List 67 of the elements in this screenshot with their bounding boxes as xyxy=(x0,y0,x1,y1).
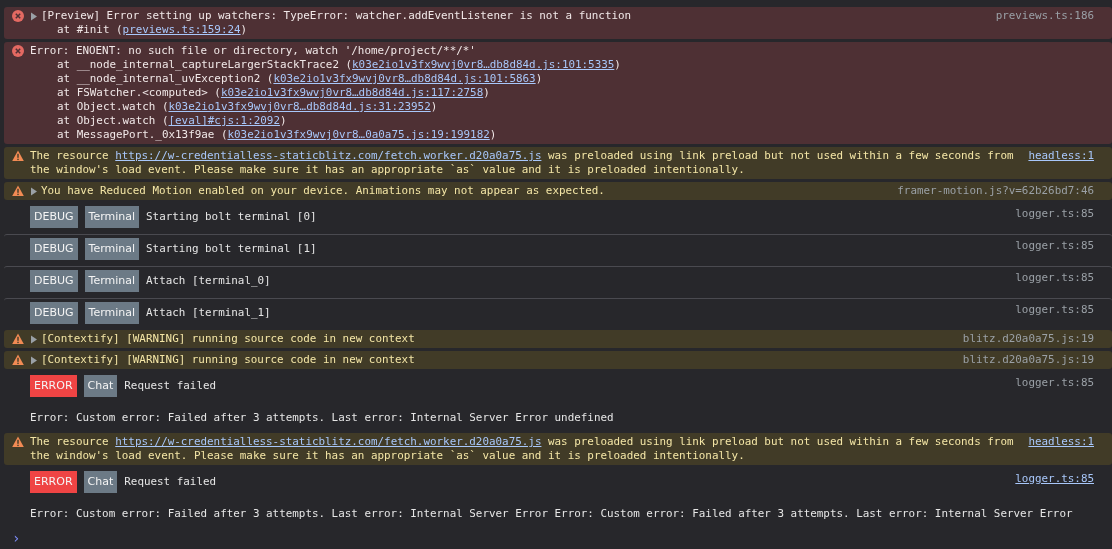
disclosure-triangle-icon[interactable] xyxy=(30,187,38,196)
link[interactable]: k03e2io1v3fx9wvj0vr8…db8d84d.js:117:2758 xyxy=(220,86,484,99)
source-link[interactable]: blitz.d20a0a75.js:19 xyxy=(962,332,1094,346)
source-link[interactable]: headless:1 xyxy=(1028,435,1094,463)
message-text: Attach [terminal_1] xyxy=(146,306,271,320)
link[interactable]: https://w-credentialless-staticblitz.com/fetch.worker.d20a0a75.js xyxy=(115,149,542,162)
error-icon xyxy=(12,10,24,22)
link[interactable]: k03e2io1v3fx9wvj0vr8…db8d84d.js:31:23952 xyxy=(168,100,431,113)
warning-icon xyxy=(12,436,24,448)
message-text: You have Reduced Motion enabled on your device. Animations may not appear as expected. xyxy=(41,184,605,198)
error-detail-text: Error: Custom error: Failed after 3 attempts. Last error: Internal Server Error Error: Custom error: Failed after 3 attempts. Last error: Internal Server Error xyxy=(30,507,1073,521)
message-text: [Contextify] [WARNING] running source code in new context xyxy=(41,332,415,346)
tag-badge: DEBUG xyxy=(30,238,78,260)
message-text: Starting bolt terminal [1] xyxy=(146,242,317,256)
stack-trace-line: at Object.watch ([eval]#cjs:1:2092) xyxy=(56,114,288,128)
tag-badge: Terminal xyxy=(84,238,140,260)
disclosure-triangle-icon[interactable] xyxy=(30,12,38,21)
link[interactable]: k03e2io1v3fx9wvj0vr8…db8d84d.js:101:5863 xyxy=(273,72,536,85)
disclosure-triangle-icon[interactable] xyxy=(30,356,38,365)
message-text: Error: ENOENT: no such file or directory, watch '/home/project/**/*' xyxy=(30,44,476,58)
link[interactable]: previews.ts:159:24 xyxy=(122,23,241,36)
source-link[interactable]: headless:1 xyxy=(1028,149,1094,177)
tag-badge: Terminal xyxy=(84,206,140,228)
source-link[interactable]: logger.ts:85 xyxy=(1015,238,1094,260)
disclosure-triangle-icon[interactable] xyxy=(30,335,38,344)
error-detail-text: Error: Custom error: Failed after 3 attempts. Last error: Internal Server Error undefined xyxy=(30,411,614,425)
tag-badge: Chat xyxy=(83,471,118,493)
stack-trace-line: at __node_internal_uvException2 (k03e2io1v3fx9wvj0vr8…db8d84d.js:101:5863) xyxy=(56,72,544,86)
stack-trace-line: at MessagePort._0x13f9ae (k03e2io1v3fx9wvj0vr8…0a0a75.js:19:199182) xyxy=(56,128,498,142)
link[interactable]: k03e2io1v3fx9wvj0vr8…0a0a75.js:19:199182 xyxy=(227,128,490,141)
source-link[interactable]: previews.ts:186 xyxy=(995,9,1094,37)
stack-trace-line: at __node_internal_captureLargerStackTrace2 (k03e2io1v3fx9wvj0vr8…db8d84d.js:101:5335) xyxy=(56,58,622,72)
link[interactable]: k03e2io1v3fx9wvj0vr8…db8d84d.js:101:5335 xyxy=(352,58,615,71)
warning-icon xyxy=(12,150,24,162)
link[interactable]: [eval]#cjs:1:2092 xyxy=(168,114,280,127)
warning-icon xyxy=(12,333,24,345)
stack-trace-line: at FSWatcher.<computed> (k03e2io1v3fx9wvj0vr8…db8d84d.js:117:2758) xyxy=(56,86,491,100)
tag-badge: DEBUG xyxy=(30,270,78,292)
message-text: Attach [terminal_0] xyxy=(146,274,271,288)
source-link[interactable]: logger.ts:85 xyxy=(1015,206,1094,228)
tag-badge: Terminal xyxy=(84,302,140,324)
stack-trace-line: at #init (previews.ts:159:24) xyxy=(56,23,249,37)
message-text: Request failed xyxy=(124,379,217,393)
tag-badge: Terminal xyxy=(84,270,140,292)
tag-badge: DEBUG xyxy=(30,206,78,228)
message-text: [Preview] Error setting up watchers: TypeError: watcher.addEventListener is not a function xyxy=(41,9,632,23)
warning-icon xyxy=(12,354,24,366)
link[interactable]: https://w-credentialless-staticblitz.com/fetch.worker.d20a0a75.js xyxy=(115,435,542,448)
warning-icon xyxy=(12,185,24,197)
source-link[interactable]: logger.ts:85 xyxy=(1015,375,1094,397)
message-text: Request failed xyxy=(124,475,217,489)
message-text: [Contextify] [WARNING] running source code in new context xyxy=(41,353,415,367)
error-icon xyxy=(12,45,24,57)
message-text: Starting bolt terminal [0] xyxy=(146,210,317,224)
message-text: The resource https://w-credentialless-staticblitz.com/fetch.worker.d20a0a75.js was preloaded using link preload but not used within a few seconds from the window's load event. Please make sure it has an appropriate `as` value and it is preloaded intentionally. xyxy=(30,149,1014,177)
tag-badge: DEBUG xyxy=(30,302,78,324)
tag-badge: ERROR xyxy=(30,375,77,397)
message-text: The resource https://w-credentialless-staticblitz.com/fetch.worker.d20a0a75.js was preloaded using link preload but not used within a few seconds from the window's load event. Please make sure it has an appropriate `as` value and it is preloaded intentionally. xyxy=(30,435,1014,463)
source-link[interactable]: logger.ts:85 xyxy=(1015,471,1094,493)
tag-badge: Chat xyxy=(83,375,118,397)
source-link[interactable]: logger.ts:85 xyxy=(1015,302,1094,324)
tag-badge: ERROR xyxy=(30,471,77,493)
source-link[interactable]: logger.ts:85 xyxy=(1015,270,1094,292)
source-link[interactable]: framer-motion.js?v=62b26bd7:46 xyxy=(897,184,1094,198)
source-link[interactable]: blitz.d20a0a75.js:19 xyxy=(962,353,1094,367)
console-prompt[interactable]: › xyxy=(12,530,21,546)
stack-trace-line: at Object.watch (k03e2io1v3fx9wvj0vr8…db8d84d.js:31:23952) xyxy=(56,100,439,114)
